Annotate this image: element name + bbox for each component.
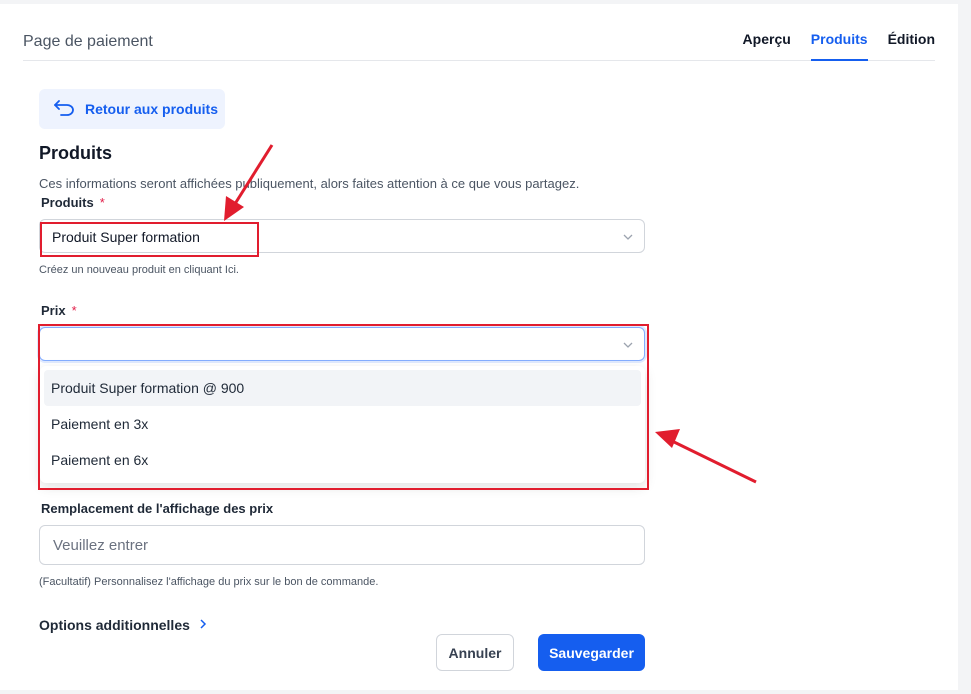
page-title: Page de paiement bbox=[23, 33, 153, 50]
back-button-label: Retour aux produits bbox=[85, 101, 219, 117]
back-to-products-button[interactable]: Retour aux produits bbox=[39, 89, 225, 129]
tab-bar: Aperçu Produits Édition bbox=[743, 31, 935, 61]
price-option[interactable]: Paiement en 3x bbox=[44, 406, 641, 442]
page-header: Page de paiement Aperçu Produits Édition bbox=[23, 4, 935, 61]
tab-produits[interactable]: Produits bbox=[810, 31, 868, 61]
price-option[interactable]: Paiement en 6x bbox=[44, 442, 641, 478]
price-dropdown-menu: Produit Super formation @ 900 Paiement e… bbox=[40, 366, 645, 483]
price-option[interactable]: Produit Super formation @ 900 bbox=[44, 370, 641, 406]
price-field-label: Prix * bbox=[41, 303, 77, 318]
price-display-hint: (Facultatif) Personnalisez l'affichage d… bbox=[39, 576, 379, 588]
save-button[interactable]: Sauvegarder bbox=[538, 634, 645, 671]
undo-arrow-icon bbox=[53, 99, 75, 119]
price-display-label: Remplacement de l'affichage des prix bbox=[41, 501, 274, 516]
chevron-down-icon bbox=[622, 338, 634, 356]
cancel-button[interactable]: Annuler bbox=[436, 634, 514, 671]
tab-apercu[interactable]: Aperçu bbox=[743, 31, 791, 61]
section-description: Ces informations seront affichées publiq… bbox=[39, 176, 580, 191]
section-title: Produits bbox=[39, 143, 113, 163]
product-select[interactable]: Produit Super formation bbox=[39, 219, 645, 253]
additional-options-label: Options additionnelles bbox=[39, 617, 190, 633]
required-mark: * bbox=[71, 303, 77, 318]
price-select[interactable] bbox=[39, 327, 645, 361]
product-select-value: Produit Super formation bbox=[52, 229, 200, 245]
chevron-right-icon bbox=[198, 617, 208, 633]
tab-edition[interactable]: Édition bbox=[888, 31, 935, 61]
additional-options-toggle[interactable]: Options additionnelles bbox=[39, 617, 208, 633]
product-field-hint: Créez un nouveau produit en cliquant Ici… bbox=[39, 264, 239, 276]
chevron-down-icon bbox=[622, 230, 634, 248]
product-field-label: Produits * bbox=[41, 195, 105, 210]
required-mark: * bbox=[99, 195, 105, 210]
price-display-input[interactable] bbox=[39, 525, 645, 565]
